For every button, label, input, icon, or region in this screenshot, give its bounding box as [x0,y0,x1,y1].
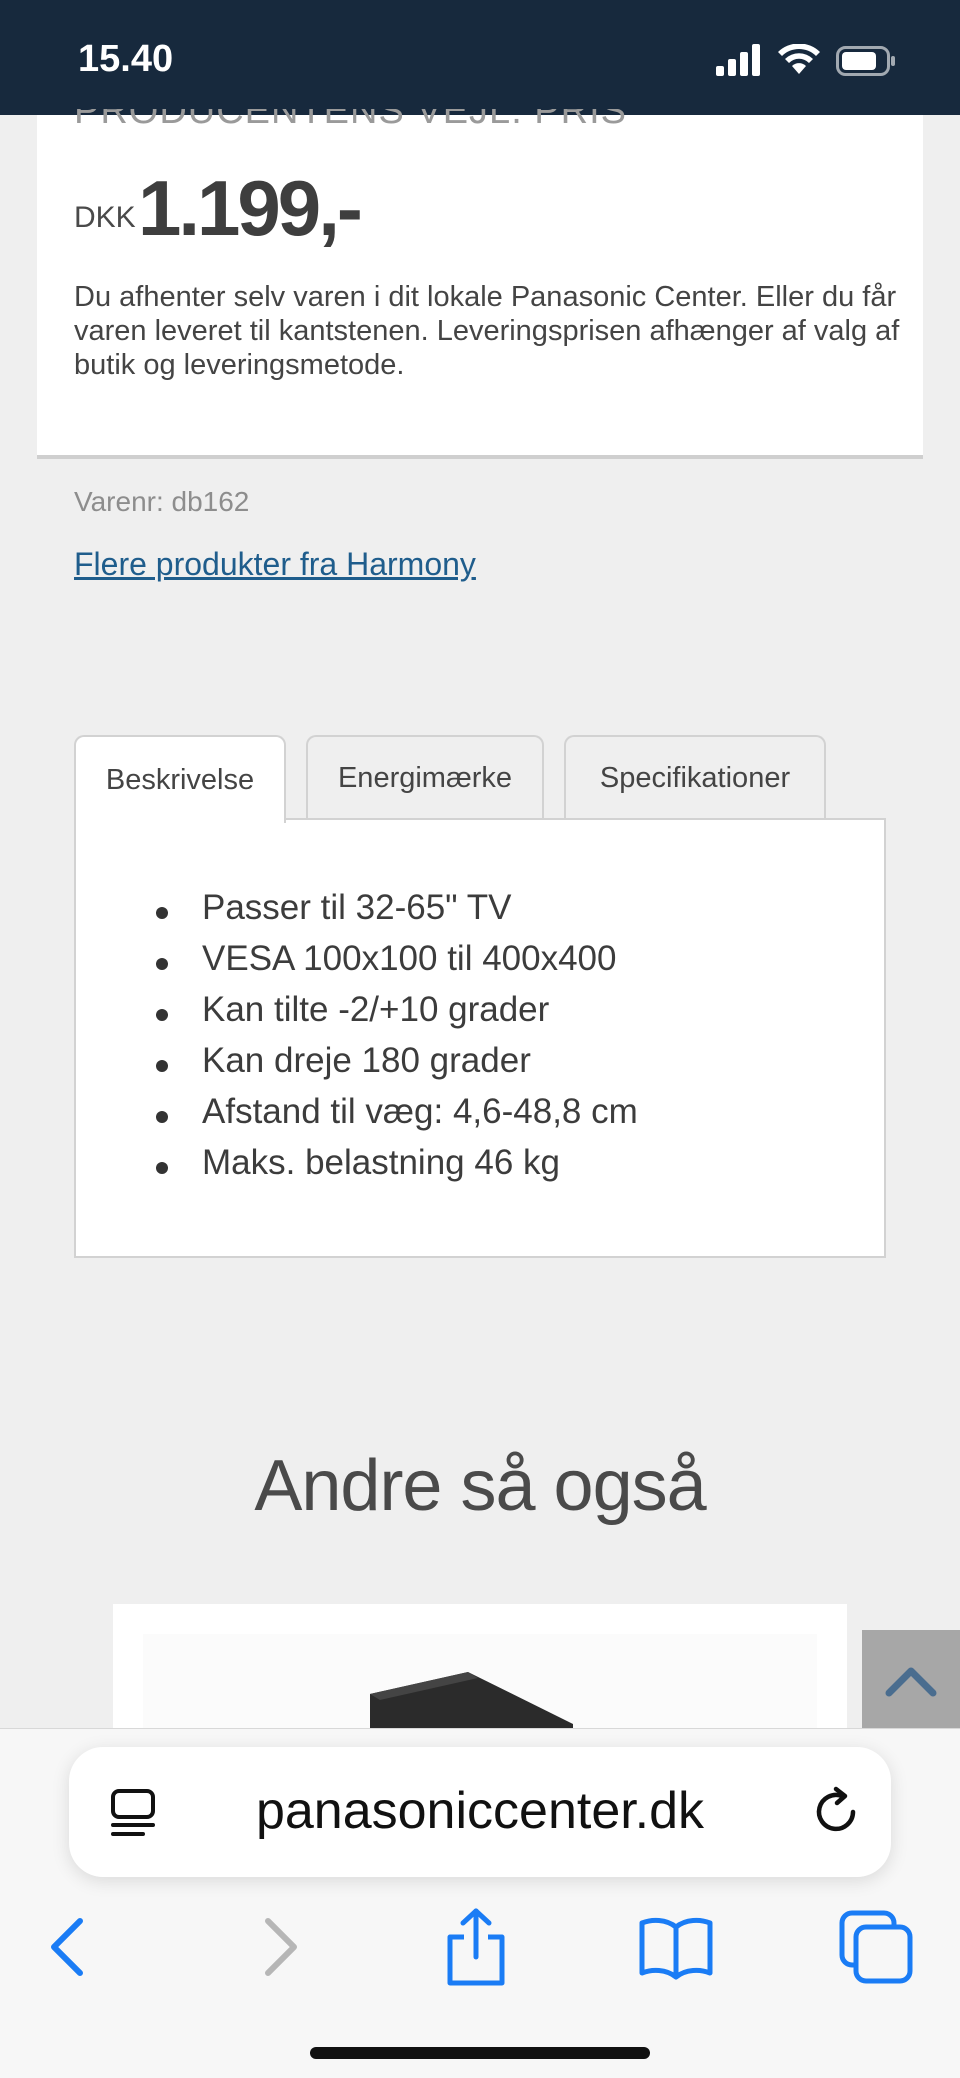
sku-number: Varenr: db162 [74,486,250,517]
feature-item: Kan dreje 180 grader [156,1041,638,1092]
browser-nav [0,1907,960,1987]
product-tabs: Beskrivelse Energimærke Specifikationer [74,735,886,823]
product-image [143,1634,817,1734]
bookmarks-icon[interactable] [636,1907,716,1987]
delivery-info: Du afhenter selv varen i dit lokale Pana… [74,281,900,381]
price-card: PRODUCENTENS VEJL. PRIS DKK 1.199,- Du a… [37,109,923,459]
feature-item: Afstand til væg: 4,6-48,8 cm [156,1092,638,1143]
tab-specifications[interactable]: Specifikationer [564,735,826,820]
status-icons [716,44,916,80]
feature-list: Passer til 32-65" TV VESA 100x100 til 40… [156,888,638,1194]
url-text[interactable]: panasoniccenter.dk [69,1781,891,1841]
price-value: 1.199,- [138,164,363,252]
battery-icon [836,46,895,76]
related-products-title: Andre så også [254,1446,706,1526]
brand-products-link[interactable]: Flere produkter fra Harmony [74,546,476,583]
chevron-up-icon [885,1667,937,1697]
signal-icon [716,44,760,76]
share-icon[interactable] [436,1907,516,1987]
status-bar: 15.40 [0,0,960,115]
tab-description[interactable]: Beskrivelse [74,735,286,823]
tabs-icon[interactable] [836,1907,916,1987]
forward-icon[interactable] [238,1907,318,1987]
tab-energy-label[interactable]: Energimærke [306,735,544,820]
reload-icon[interactable] [809,1785,863,1839]
price-heading: PRODUCENTENS VEJL. PRIS [74,109,627,132]
home-indicator[interactable] [310,2047,650,2059]
feature-item: Kan tilte -2/+10 grader [156,990,638,1041]
description-panel: Passer til 32-65" TV VESA 100x100 til 40… [74,818,886,1258]
scroll-to-top-button[interactable] [862,1630,960,1730]
back-icon[interactable] [30,1907,110,1987]
address-bar[interactable]: panasoniccenter.dk [69,1747,891,1877]
feature-item: Maks. belastning 46 kg [156,1143,638,1194]
price-currency: DKK [74,201,136,234]
related-product-card[interactable] [113,1604,847,1734]
status-time: 15.40 [78,38,174,80]
wifi-icon [778,44,820,74]
feature-item: Passer til 32-65" TV [156,888,638,939]
feature-item: VESA 100x100 til 400x400 [156,939,638,990]
browser-toolbar: panasoniccenter.dk [0,1728,960,2078]
